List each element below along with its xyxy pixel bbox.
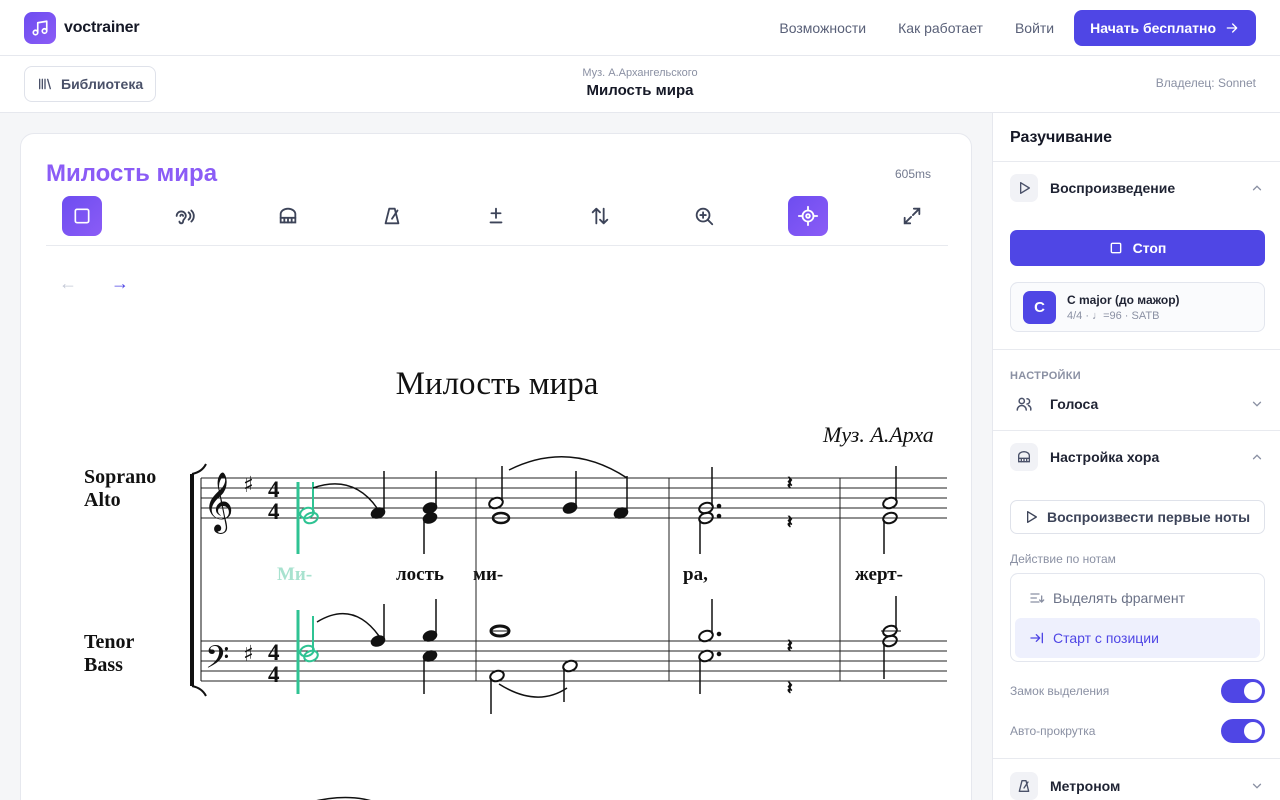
svg-text:𝄽: 𝄽 (787, 473, 793, 494)
playback-section-toggle[interactable]: Воспроизведение (1010, 174, 1264, 202)
note-action-select-fragment[interactable]: Выделять фрагмент (1015, 578, 1260, 618)
key-badge: C (1023, 291, 1056, 324)
piano-icon (1010, 443, 1038, 471)
key-name: C major (до мажор) (1067, 293, 1180, 307)
metronome-section-toggle[interactable]: Метроном (1010, 772, 1264, 800)
practice-panel: Разучивание Воспроизведение Стоп C C maj… (992, 113, 1280, 800)
play-first-notes-label: Воспроизвести первые ноты (1047, 509, 1251, 525)
key-sharp-upper: ♯ (243, 473, 254, 498)
top-nav: voctrainer Возможности Как работает Войт… (0, 0, 1280, 56)
divider (993, 430, 1280, 431)
key-info-card: C C major (до мажор) 4/4 · ♩=96 · SATB (1010, 282, 1265, 332)
auto-scroll-label: Авто-прокрутка (1010, 724, 1096, 738)
panel-heading: Разучивание (1010, 129, 1113, 146)
chevron-down-icon (1250, 397, 1264, 411)
time-sig-bottom: 4 (268, 499, 280, 524)
library-label: Библиотека (61, 76, 144, 92)
chevron-up-icon (1250, 181, 1264, 195)
note-action-selector: Выделять фрагмент Старт с позиции (1010, 573, 1265, 662)
chevron-up-icon (1250, 450, 1264, 464)
score-notation[interactable]: 𝄞 𝄢 ♯ ♯ 4 4 4 4 𝄽 𝄽 𝄽 𝄽 (21, 134, 972, 800)
brand[interactable]: voctrainer (24, 11, 140, 44)
note-action-label: Выделять фрагмент (1053, 590, 1185, 606)
selection-lock-row: Замок выделения (1010, 679, 1265, 703)
note-action-start-position[interactable]: Старт с позиции (1015, 618, 1260, 658)
auto-scroll-toggle[interactable] (1221, 719, 1265, 743)
piece-header: Библиотека Муз. А.Архангельского Милость… (0, 56, 1280, 113)
treble-clef: 𝄞 (203, 472, 234, 534)
start-position-icon (1030, 632, 1043, 644)
upper-notes: 𝄽 𝄽 (299, 456, 898, 554)
users-icon (1010, 390, 1038, 418)
metronome-label: Метроном (1050, 778, 1121, 794)
bass-clef: 𝄢 (205, 639, 229, 683)
arrow-right-icon (1226, 22, 1238, 33)
library-button[interactable]: Библиотека (24, 66, 157, 102)
stop-label: Стоп (1132, 240, 1167, 256)
chevron-down-icon (1250, 779, 1264, 793)
voices-section-toggle[interactable]: Голоса (1010, 390, 1264, 418)
time-signature-lower: 4 4 (268, 640, 280, 687)
auto-scroll-row: Авто-прокрутка (1010, 719, 1265, 743)
owner-label: Владелец: Sonnet (1155, 76, 1256, 90)
play-icon (1010, 174, 1038, 202)
svg-text:𝄽: 𝄽 (787, 678, 793, 699)
play-first-notes-button[interactable]: Воспроизвести первые ноты (1010, 500, 1265, 534)
lower-notes: 𝄽 𝄽 (299, 596, 901, 714)
piece-info: Муз. А.Архангельского Милость мира (440, 67, 840, 99)
nav-links: Возможности Как работает Войти Начать бе… (747, 9, 1256, 46)
nav-link-how-it-works[interactable]: Как работает (898, 20, 983, 36)
note-action-label: Старт с позиции (1053, 630, 1159, 646)
brand-name: voctrainer (64, 18, 140, 36)
time-sig-bottom: 4 (268, 662, 280, 687)
divider (993, 758, 1280, 759)
stop-square-icon (1110, 242, 1121, 254)
selection-lock-label: Замок выделения (1010, 684, 1110, 698)
start-free-button[interactable]: Начать бесплатно (1074, 9, 1256, 46)
playback-label: Воспроизведение (1050, 180, 1176, 196)
metronome-icon (1010, 772, 1038, 800)
play-icon (1027, 511, 1037, 523)
music-note-icon (24, 11, 56, 44)
choir-label: Настройка хора (1050, 449, 1160, 465)
select-lines-icon (1030, 593, 1045, 603)
divider (993, 349, 1280, 350)
score-card: Милость мира 605ms ← → Милость мира Муз.… (20, 133, 972, 800)
nav-link-features[interactable]: Возможности (779, 20, 866, 36)
nav-link-login[interactable]: Войти (1015, 20, 1054, 36)
key-sharp-lower: ♯ (243, 642, 254, 667)
start-free-label: Начать бесплатно (1090, 19, 1216, 36)
piece-title: Милость мира (586, 82, 694, 99)
settings-caption: НАСТРОЙКИ (1010, 370, 1081, 382)
piece-composer: Муз. А.Архангельского (582, 67, 698, 79)
voices-label: Голоса (1050, 396, 1099, 412)
key-meta: 4/4 · ♩=96 · SATB (1067, 310, 1160, 322)
selection-lock-toggle[interactable] (1221, 679, 1265, 703)
stop-button[interactable]: Стоп (1010, 230, 1265, 266)
library-icon (39, 78, 51, 90)
note-action-caption: Действие по нотам (1010, 552, 1116, 566)
divider (993, 161, 1280, 162)
choir-section-toggle[interactable]: Настройка хора (1010, 443, 1264, 471)
svg-text:𝄽: 𝄽 (787, 512, 793, 533)
time-signature-upper: 4 4 (268, 477, 280, 524)
svg-text:𝄽: 𝄽 (787, 636, 793, 657)
